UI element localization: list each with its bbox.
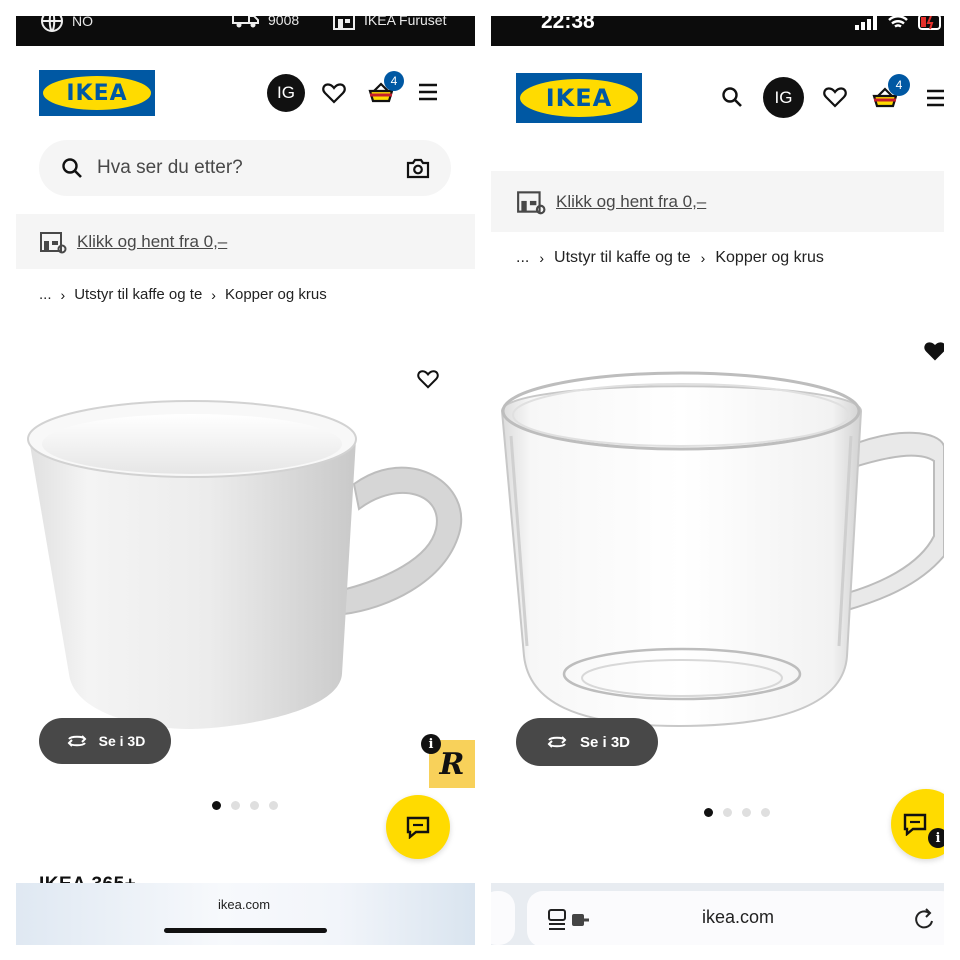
language-label: NO	[72, 16, 93, 29]
search-bar[interactable]: Hva ser du etter?	[39, 140, 451, 196]
breadcrumb-item-cups-mugs[interactable]: Kopper og krus	[715, 249, 824, 267]
favourites-button[interactable]	[321, 80, 347, 106]
camera-icon[interactable]	[406, 157, 430, 179]
previous-tab-preview[interactable]	[491, 891, 515, 945]
signal-icon	[855, 16, 877, 30]
see-in-3d-label: Se i 3D	[579, 733, 631, 751]
globe-icon	[41, 16, 63, 32]
chat-button[interactable]	[386, 795, 450, 859]
avatar[interactable]: IG	[763, 77, 804, 118]
search-icon	[722, 87, 742, 107]
breadcrumb: ... › Utstyr til kaffe og te › Kopper og…	[39, 286, 327, 303]
chat-icon	[903, 813, 927, 836]
wifi-icon	[888, 16, 908, 28]
cart-count-badge: 4	[888, 74, 910, 96]
chevron-right-icon: ›	[211, 286, 216, 303]
menu-button[interactable]	[925, 88, 944, 108]
breadcrumb-item-coffee-tea[interactable]: Utstyr til kaffe og te	[554, 249, 691, 267]
chevron-right-icon: ›	[60, 286, 66, 303]
breadcrumb-ellipsis[interactable]: ...	[516, 249, 529, 267]
right-screenshot: 22:38 IKEA IG 4 Klikk og hent fra 0,– ..…	[491, 16, 944, 945]
search-placeholder[interactable]: Hva ser du etter?	[97, 157, 406, 179]
rotate-3d-icon	[547, 736, 567, 748]
carousel-indicator	[212, 801, 278, 810]
click-collect-banner[interactable]: Klikk og hent fra 0,–	[16, 214, 475, 269]
carousel-dot[interactable]	[742, 808, 751, 817]
carousel-dot[interactable]	[212, 801, 221, 810]
tabs-icon[interactable]	[547, 908, 597, 932]
ikea-logo[interactable]: IKEA	[39, 70, 155, 116]
carousel-dot[interactable]	[250, 801, 259, 810]
breadcrumb-item-coffee-tea[interactable]: Utstyr til kaffe og te	[74, 286, 202, 303]
postcode-label: 9008	[268, 16, 300, 28]
store-label: IKEA Furuset	[364, 16, 447, 28]
ikea-logo[interactable]: IKEA	[516, 73, 642, 123]
language-selector[interactable]: NO	[40, 16, 93, 33]
logo-text: IKEA	[520, 79, 638, 117]
carousel-dot[interactable]	[269, 801, 278, 810]
reload-icon[interactable]	[914, 907, 936, 931]
menu-icon	[419, 83, 437, 101]
heart-icon	[322, 83, 346, 104]
truck-icon	[232, 16, 259, 28]
click-collect-banner[interactable]: Klikk og hent fra 0,–	[491, 171, 944, 232]
product-image-white-mug[interactable]	[24, 384, 469, 729]
url-text[interactable]: ikea.com	[702, 907, 774, 928]
info-icon[interactable]: i	[928, 828, 944, 848]
see-in-3d-button[interactable]: Se i 3D	[39, 718, 171, 764]
product-image-glass-mug[interactable]	[499, 356, 944, 736]
postcode-selector[interactable]: 9008	[232, 16, 299, 31]
heart-icon	[823, 87, 847, 108]
clock: 22:38	[541, 16, 595, 33]
cart-count-badge: 4	[384, 71, 404, 91]
search-icon	[62, 158, 82, 178]
battery-icon	[918, 16, 941, 30]
see-in-3d-label: Se i 3D	[98, 733, 146, 749]
logo-text: IKEA	[43, 76, 151, 110]
carousel-indicator	[704, 808, 770, 817]
carousel-dot[interactable]	[761, 808, 770, 817]
search-button[interactable]	[720, 85, 744, 109]
store-icon	[333, 16, 355, 30]
see-in-3d-button[interactable]: Se i 3D	[516, 718, 658, 766]
status-bar: 22:38	[491, 16, 944, 46]
chevron-right-icon: ›	[700, 250, 706, 266]
breadcrumb: ... › Utstyr til kaffe og te › Kopper og…	[516, 249, 824, 267]
url-text[interactable]: ikea.com	[218, 897, 270, 912]
menu-icon	[927, 89, 944, 107]
chat-button[interactable]	[891, 789, 944, 859]
url-field[interactable]: ikea.com	[527, 891, 944, 945]
info-icon[interactable]: i	[421, 734, 441, 754]
breadcrumb-item-cups-mugs[interactable]: Kopper og krus	[225, 286, 327, 303]
store-selector[interactable]: IKEA Furuset	[332, 16, 446, 31]
store-icon	[40, 231, 67, 253]
left-screenshot: NO 9008 IKEA Furuset IKEA IG 4 Hva ser d…	[16, 16, 475, 945]
menu-button[interactable]	[416, 82, 440, 102]
rotate-3d-icon	[67, 735, 87, 747]
home-indicator[interactable]	[164, 928, 327, 933]
carousel-dot[interactable]	[723, 808, 732, 817]
browser-toolbar: ikea.com	[491, 883, 944, 945]
favourites-button[interactable]	[822, 85, 848, 109]
breadcrumb-ellipsis[interactable]: ...	[39, 286, 52, 303]
store-icon	[517, 190, 546, 214]
browser-url-bar[interactable]: ikea.com	[16, 883, 475, 945]
location-bar: NO 9008 IKEA Furuset	[16, 16, 475, 46]
chat-icon	[406, 816, 430, 839]
click-collect-link[interactable]: Klikk og hent fra 0,–	[556, 192, 706, 212]
click-collect-link[interactable]: Klikk og hent fra 0,–	[77, 232, 227, 252]
avatar[interactable]: IG	[267, 74, 305, 112]
chevron-right-icon: ›	[539, 250, 545, 266]
carousel-dot[interactable]	[704, 808, 713, 817]
carousel-dot[interactable]	[231, 801, 240, 810]
